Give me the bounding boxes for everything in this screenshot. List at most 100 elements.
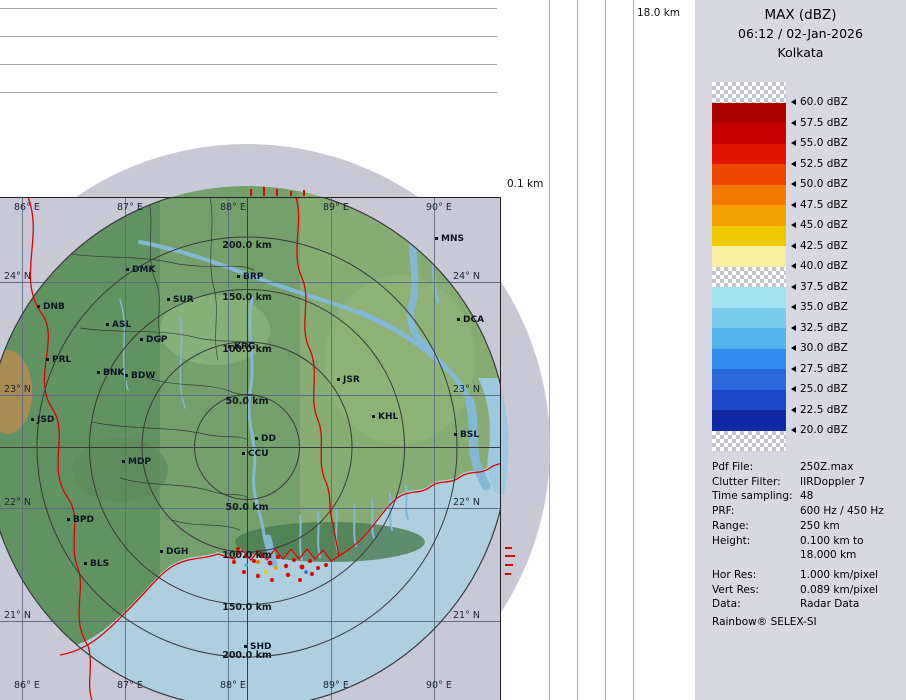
latitude-label: 24° N	[453, 271, 480, 282]
dbz-swatch	[712, 164, 786, 185]
city-label: JSD	[31, 414, 54, 426]
metadata-row: 18.000 km	[712, 548, 900, 563]
city-marker-dot	[454, 433, 457, 436]
city-code: DMK	[132, 265, 155, 275]
longitude-label: 89° E	[323, 680, 349, 691]
city-label: BLS	[84, 558, 109, 570]
latitude-label: 24° N	[4, 271, 31, 282]
tick-arrow-icon	[791, 304, 796, 310]
dbz-scale-label: 60.0 dBZ	[791, 97, 848, 108]
city-marker-dot	[337, 378, 340, 381]
city-label: BNK	[97, 367, 124, 379]
dbz-scale-label: 35.0 dBZ	[791, 302, 848, 313]
city-code: DNB	[43, 302, 65, 312]
city-label: DGH	[160, 546, 188, 558]
tick-arrow-icon	[791, 427, 796, 433]
city-code: BRP	[243, 272, 263, 282]
city-code: BLS	[90, 559, 109, 569]
range-ring-label: 50.0 km	[226, 396, 269, 407]
tick-arrow-icon	[791, 222, 796, 228]
city-marker-dot	[37, 305, 40, 308]
tick-arrow-icon	[791, 202, 796, 208]
dbz-scale-label: 25.0 dBZ	[791, 384, 848, 395]
city-label: KHL	[372, 411, 398, 423]
range-ring-label: 100.0 km	[222, 550, 272, 561]
dbz-scale-label: 42.5 dBZ	[791, 241, 848, 252]
city-marker-dot	[435, 237, 438, 240]
city-label: DD	[255, 433, 276, 445]
dbz-swatch	[712, 308, 786, 329]
city-marker-dot	[242, 452, 245, 455]
city-label: DCA	[457, 314, 484, 326]
city-code: BPD	[73, 515, 94, 525]
city-marker-dot	[126, 268, 129, 271]
city-marker-dot	[31, 418, 34, 421]
dbz-swatch	[712, 410, 786, 431]
range-ring-label: 150.0 km	[222, 292, 272, 303]
city-label: MNS	[435, 233, 464, 245]
software-name: Rainbow® SELEX-SI	[712, 616, 817, 628]
dbz-scale-label: 32.5 dBZ	[791, 323, 848, 334]
tick-arrow-icon	[791, 345, 796, 351]
tick-arrow-icon	[791, 140, 796, 146]
metadata-value: 1.000 km/pixel	[800, 568, 900, 583]
longitude-label: 88° E	[220, 680, 246, 691]
longitude-label: 89° E	[323, 202, 349, 213]
tick-arrow-icon	[791, 181, 796, 187]
city-label: DMK	[126, 264, 155, 276]
city-code: JSR	[343, 375, 360, 385]
metadata-value: 0.089 km/pixel	[800, 583, 900, 598]
range-ring-label: 100.0 km	[222, 344, 272, 355]
city-code: SUR	[173, 295, 194, 305]
dbz-swatch	[712, 205, 786, 226]
metadata-row: Time sampling:48	[712, 489, 900, 504]
metadata-label: Hor Res:	[712, 568, 800, 583]
product-metadata: Pdf File:250Z.maxClutter Filter:IIRDoppl…	[712, 460, 900, 612]
city-code: BSL	[460, 430, 479, 440]
dbz-swatch	[712, 82, 786, 103]
city-marker-dot	[160, 550, 163, 553]
tick-arrow-icon	[791, 161, 796, 167]
metadata-row: PRF:600 Hz / 450 Hz	[712, 504, 900, 519]
city-code: PRL	[52, 355, 71, 365]
tick-arrow-icon	[791, 325, 796, 331]
metadata-value: 600 Hz / 450 Hz	[800, 504, 900, 519]
longitude-label: 86° E	[14, 680, 40, 691]
metadata-label: Range:	[712, 519, 800, 534]
tick-arrow-icon	[791, 284, 796, 290]
city-marker-dot	[140, 338, 143, 341]
city-code: DD	[261, 434, 276, 444]
tick-arrow-icon	[791, 263, 796, 269]
dbz-scale-label: 47.5 dBZ	[791, 200, 848, 211]
city-marker-dot	[106, 323, 109, 326]
city-code: JSD	[37, 415, 54, 425]
city-label: PRL	[46, 354, 71, 366]
city-label: DGP	[140, 334, 167, 346]
metadata-row: Data:Radar Data	[712, 597, 900, 612]
tick-arrow-icon	[791, 99, 796, 105]
city-label: CCU	[242, 448, 269, 460]
city-label: ASL	[106, 319, 131, 331]
dbz-swatch	[712, 349, 786, 370]
dbz-scale-label: 45.0 dBZ	[791, 220, 848, 231]
city-code: BNK	[103, 368, 124, 378]
city-marker-dot	[46, 358, 49, 361]
metadata-label: Pdf File:	[712, 460, 800, 475]
product-title: MAX (dBZ)	[695, 7, 906, 23]
height-axis-max-label: 18.0 km	[637, 7, 680, 19]
latitude-label: 21° N	[453, 610, 480, 621]
city-marker-dot	[67, 518, 70, 521]
longitude-label: 88° E	[220, 202, 246, 213]
tick-arrow-icon	[791, 366, 796, 372]
dbz-swatch	[712, 103, 786, 124]
dbz-swatch	[712, 390, 786, 411]
city-code: BDW	[131, 371, 155, 381]
metadata-label: Data:	[712, 597, 800, 612]
range-ring-label: 200.0 km	[222, 240, 272, 251]
height-axis-min-label: 0.1 km	[507, 178, 543, 190]
dbz-swatch	[712, 369, 786, 390]
dbz-scale-label: 37.5 dBZ	[791, 282, 848, 293]
dbz-scale-label: 55.0 dBZ	[791, 138, 848, 149]
city-marker-dot	[97, 371, 100, 374]
radar-display: MNSDMKBRPSURDNBDCAASLDGPKRGPRLBNKBDWJSRK…	[0, 0, 906, 700]
